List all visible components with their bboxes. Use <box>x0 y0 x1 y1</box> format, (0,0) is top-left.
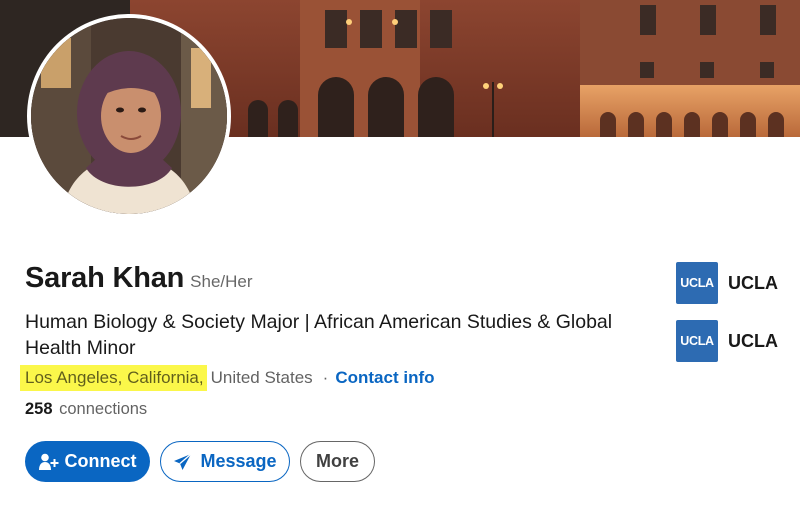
avatar <box>31 18 227 214</box>
education-name: UCLA <box>728 272 778 293</box>
connect-button[interactable]: Connect <box>25 441 150 482</box>
add-person-icon <box>38 453 59 471</box>
profile-photo[interactable] <box>27 14 231 218</box>
ucla-logo: UCLA <box>676 262 718 304</box>
name-row: Sarah Khan She/Her <box>25 262 253 295</box>
send-icon <box>173 452 192 471</box>
education-name: UCLA <box>728 330 778 351</box>
connect-button-label: Connect <box>64 451 137 471</box>
profile-name: Sarah Khan <box>25 262 185 294</box>
ucla-logo: UCLA <box>676 320 718 362</box>
connections-number: 258 <box>25 400 53 418</box>
profile-actions: Connect Message More <box>25 441 375 482</box>
pronouns: She/Her <box>190 272 253 291</box>
education-item[interactable]: UCLA UCLA <box>676 262 778 304</box>
message-button-label: Message <box>200 451 277 471</box>
profile-headline: Human Biology & Society Major | African … <box>25 311 613 359</box>
education-item[interactable]: UCLA UCLA <box>676 320 778 362</box>
message-button[interactable]: Message <box>160 441 290 482</box>
connections-count[interactable]: 258 connections <box>25 400 147 419</box>
connections-label: connections <box>59 400 148 418</box>
contact-info-link[interactable]: Contact info <box>335 368 434 388</box>
location-row: Los Angeles, California, United States ·… <box>20 363 435 392</box>
location-country: United States <box>210 367 313 387</box>
separator-dot: · <box>322 367 329 387</box>
location-city-highlighted: Los Angeles, California, <box>20 364 207 391</box>
more-button[interactable]: More <box>300 441 375 482</box>
